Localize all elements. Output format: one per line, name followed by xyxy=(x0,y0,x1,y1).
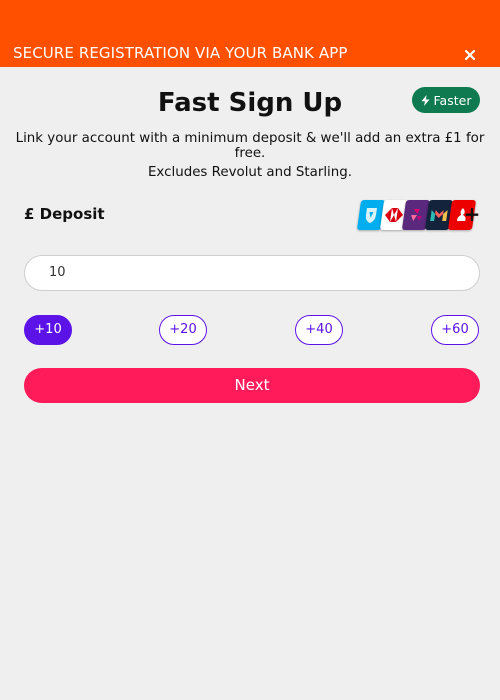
offer-description: Link your account with a minimum deposit… xyxy=(15,131,485,161)
quick-amount-40-button[interactable]: +40 xyxy=(295,315,343,345)
close-button[interactable] xyxy=(460,45,480,65)
quick-amount-10-button[interactable]: +10 xyxy=(24,315,72,345)
header-bar: SECURE REGISTRATION VIA YOUR BANK APP xyxy=(0,0,500,67)
more-banks-plus-icon[interactable]: + xyxy=(463,204,481,224)
faster-badge: Faster xyxy=(412,87,480,113)
header-title: SECURE REGISTRATION VIA YOUR BANK APP xyxy=(13,44,348,62)
deposit-label: £ Deposit xyxy=(24,205,105,223)
quick-amount-20-button[interactable]: +20 xyxy=(159,315,207,345)
bank-logos xyxy=(356,198,477,232)
deposit-amount-input[interactable]: 10 xyxy=(24,255,480,291)
faster-badge-label: Faster xyxy=(433,92,472,108)
close-icon xyxy=(464,49,476,61)
next-button[interactable]: Next xyxy=(24,368,480,403)
lightning-icon xyxy=(421,94,430,106)
quick-amount-60-button[interactable]: +60 xyxy=(431,315,479,345)
exclusion-note: Excludes Revolut and Starling. xyxy=(147,165,353,180)
